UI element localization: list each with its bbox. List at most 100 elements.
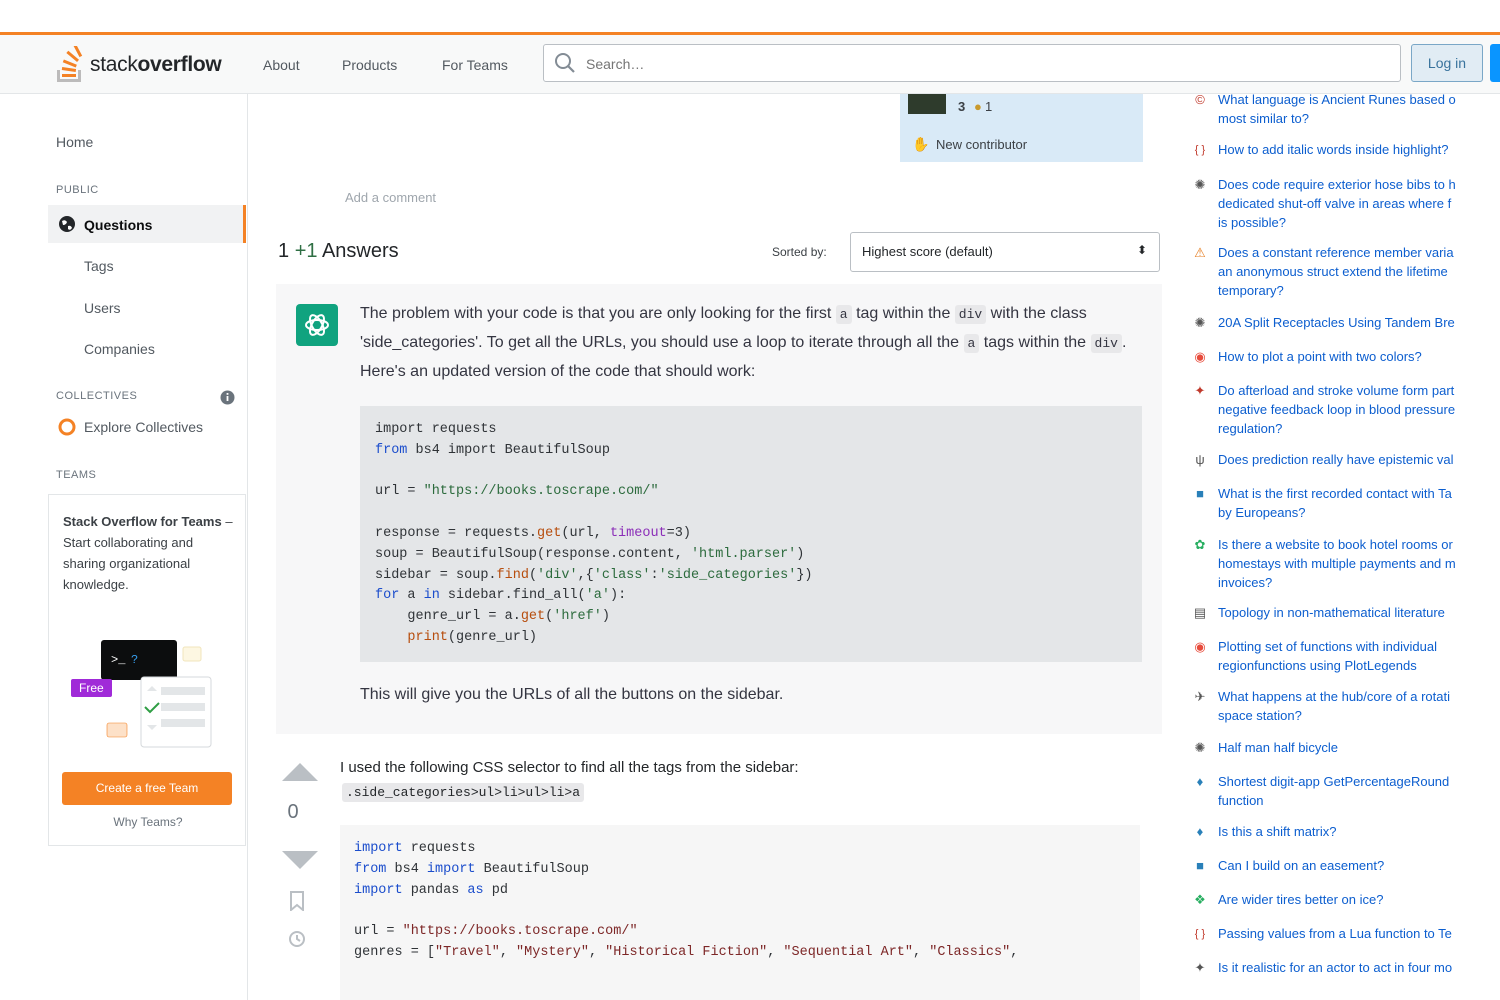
author-avatar[interactable] [908, 94, 946, 114]
why-teams-link[interactable]: Why Teams? [49, 815, 247, 829]
nav-companies[interactable]: Companies [84, 341, 155, 357]
stackoverflow-logo[interactable]: stackoverflow [54, 45, 222, 85]
author-badge-count: 1 [985, 99, 993, 114]
vote-count: 0 [287, 801, 299, 823]
search-icon [555, 53, 575, 73]
nav-products[interactable]: Products [342, 57, 397, 73]
collectives-heading: COLLECTIVES [56, 390, 138, 402]
author-reputation: 3 [958, 99, 966, 114]
site-icon: ✈ [1194, 689, 1206, 704]
hot-question-link[interactable]: Shortest digit-app GetPercentageRound fu… [1218, 772, 1500, 810]
site-icon: ▤ [1193, 605, 1207, 620]
code-block-1: import requests from bs4 import Beautifu… [360, 406, 1142, 662]
site-icon: © [1195, 92, 1205, 107]
signup-button[interactable] [1490, 44, 1500, 82]
nav-for-teams[interactable]: For Teams [442, 57, 508, 73]
teams-promo-text: Stack Overflow for Teams – Start collabo… [63, 514, 233, 592]
info-icon[interactable] [220, 390, 235, 405]
site-icon: { } [1194, 928, 1206, 940]
site-icon: ■ [1196, 486, 1204, 501]
teams-promo: Stack Overflow for Teams – Start collabo… [48, 494, 246, 846]
sorted-by-label: Sorted by: [772, 245, 827, 259]
public-heading: PUBLIC [56, 184, 99, 196]
hot-question-link[interactable]: Can I build on an easement? [1218, 856, 1500, 875]
hot-question-link[interactable]: Does prediction really have epistemic va… [1218, 450, 1500, 469]
chatgpt-answer: The problem with your code is that you a… [276, 284, 1162, 734]
logo-text: stackoverflow [90, 53, 222, 76]
hot-question-link[interactable]: Passing values from a Lua function to Te [1218, 924, 1500, 943]
second-answer: 0 I used the following CSS selector to f… [276, 749, 1162, 1000]
sort-select-value: Highest score (default) [862, 244, 993, 259]
stack-logo-icon [57, 46, 83, 82]
collectives-icon [58, 418, 76, 436]
site-icon: ⚠ [1194, 245, 1206, 260]
nav-tags[interactable]: Tags [84, 258, 114, 274]
hot-question-link[interactable]: Is it realistic for an actor to act in f… [1218, 958, 1500, 977]
nav-questions[interactable]: Questions [84, 217, 152, 233]
wave-icon: ✋ [912, 136, 930, 152]
hot-question-link[interactable]: Plotting set of functions with individua… [1218, 637, 1500, 675]
nav-explore-collectives[interactable]: Explore Collectives [84, 419, 203, 435]
hot-question-link[interactable]: Topology in non-mathematical literature [1218, 603, 1500, 622]
site-icon: ✺ [1194, 315, 1206, 330]
hot-question-link[interactable]: Are wider tires better on ice? [1218, 890, 1500, 909]
chatgpt-answer-footer: This will give you the URLs of all the b… [360, 686, 784, 703]
create-team-button[interactable]: Create a free Team [62, 772, 232, 805]
site-icon: ♦ [1196, 824, 1204, 839]
search-box[interactable] [543, 44, 1401, 83]
second-answer-text: I used the following CSS selector to fin… [340, 759, 799, 776]
author-card: 3 ● 1 ✋ New contributor [900, 94, 1143, 162]
site-icon: ♦ [1196, 774, 1204, 789]
code-block-2: import requests from bs4 import Beautifu… [340, 825, 1140, 1000]
hot-question-link[interactable]: What is the first recorded contact with … [1218, 484, 1500, 522]
svg-text:>_: >_ [111, 653, 126, 667]
chatgpt-answer-text: The problem with your code is that you a… [360, 305, 1127, 380]
history-icon[interactable] [287, 929, 307, 949]
answers-count-header: 1 +1 Answers [278, 240, 399, 262]
hot-question-link[interactable]: Is this a shift matrix? [1218, 822, 1500, 841]
hot-question-link[interactable]: How to add italic words inside highlight… [1218, 140, 1500, 159]
bookmark-icon[interactable] [289, 891, 305, 911]
globe-icon [59, 216, 75, 232]
downvote-arrow-icon[interactable] [282, 851, 318, 871]
nav-about[interactable]: About [263, 57, 300, 73]
login-button[interactable]: Log in [1411, 44, 1483, 82]
site-icon: ✦ [1194, 960, 1206, 975]
bronze-badge-dot: ● [974, 99, 982, 114]
search-input[interactable] [584, 45, 1368, 83]
openai-logo-icon [296, 304, 338, 346]
teams-heading: TEAMS [56, 469, 97, 481]
site-icon: ✿ [1194, 537, 1206, 552]
main-content: 3 ● 1 ✋ New contributor Add a comment 1 … [248, 94, 1178, 1000]
site-icon: ■ [1196, 858, 1204, 873]
hot-question-link[interactable]: What happens at the hub/core of a rotati… [1218, 687, 1500, 725]
select-arrows-icon: ⬍ [1136, 243, 1147, 257]
left-sidebar: Home PUBLIC Questions Tags Users Compani… [0, 94, 248, 1000]
new-contributor-label: New contributor [936, 137, 1028, 152]
top-whitespace [0, 0, 1500, 32]
top-bar: stackoverflow About Products For Teams L… [0, 32, 1500, 94]
nav-home[interactable]: Home [56, 134, 93, 150]
site-icon: ✺ [1194, 177, 1206, 192]
site-icon: ✦ [1194, 383, 1206, 398]
hot-question-link[interactable]: Half man half bicycle [1218, 738, 1500, 757]
free-badge: Free [71, 679, 112, 697]
nav-users[interactable]: Users [84, 300, 121, 316]
site-icon: ❖ [1194, 892, 1206, 907]
hot-question-link[interactable]: Is there a website to book hotel rooms o… [1218, 535, 1500, 592]
hot-question-link[interactable]: Do afterload and stroke volume form part… [1218, 381, 1500, 438]
svg-text:?: ? [131, 653, 138, 667]
add-comment-link[interactable]: Add a comment [345, 190, 436, 205]
site-icon: ✺ [1194, 740, 1206, 755]
hot-question-link[interactable]: What language is Ancient Runes based o m… [1218, 90, 1500, 128]
hot-question-link[interactable]: How to plot a point with two colors? [1218, 347, 1500, 366]
hot-question-link[interactable]: Does code require exterior hose bibs to … [1218, 175, 1500, 232]
site-icon: { } [1194, 144, 1206, 156]
sort-select[interactable]: Highest score (default) ⬍ [850, 232, 1160, 272]
hot-question-link[interactable]: Does a constant reference member varia a… [1218, 243, 1500, 300]
site-icon: ◉ [1194, 349, 1206, 364]
site-icon: ψ [1195, 452, 1205, 467]
hot-network-questions: © What language is Ancient Runes based o … [1188, 90, 1500, 1000]
upvote-arrow-icon[interactable] [282, 761, 318, 781]
hot-question-link[interactable]: 20A Split Receptacles Using Tandem Bre [1218, 313, 1500, 332]
